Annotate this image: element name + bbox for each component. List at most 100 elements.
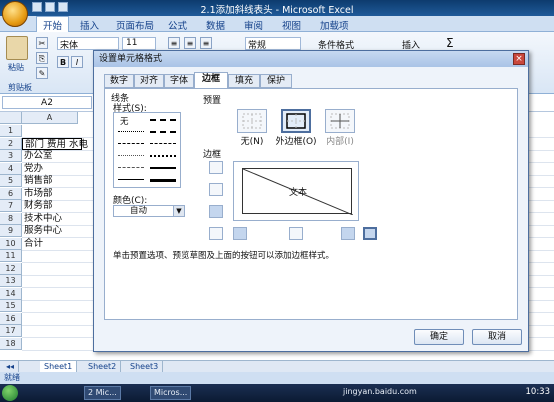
border-diagonal-down-button[interactable] (363, 227, 377, 240)
row-header[interactable]: 9 (0, 225, 22, 237)
tab-view[interactable]: 视图 (276, 17, 307, 33)
tab-home[interactable]: 开始 (36, 16, 70, 32)
line-style-thick[interactable] (150, 179, 176, 182)
preset-inside-button[interactable] (325, 109, 355, 133)
font-size-select[interactable]: 11 (122, 37, 156, 50)
cell-a[interactable]: 财务部 (22, 200, 53, 212)
border-middle-vertical-button[interactable] (289, 227, 303, 240)
row-header[interactable]: 16 (0, 312, 22, 325)
line-style-dotted[interactable] (118, 131, 144, 132)
align-middle-icon[interactable]: ≡ (184, 37, 196, 49)
row-header[interactable]: 18 (0, 337, 22, 350)
select-all-corner[interactable] (0, 112, 22, 124)
row-header[interactable]: 3 (0, 150, 22, 162)
tab-border[interactable]: 边框 (194, 72, 228, 88)
row-header[interactable]: 6 (0, 187, 22, 200)
tab-fill[interactable]: 填充 (228, 74, 260, 88)
cell-a[interactable] (22, 300, 24, 312)
name-box[interactable]: A2 (2, 96, 92, 109)
border-bottom-button[interactable] (209, 205, 223, 218)
align-top-icon[interactable]: ≡ (168, 37, 180, 49)
line-style-thin[interactable] (118, 179, 144, 180)
preset-none-button[interactable] (237, 109, 267, 133)
cancel-button[interactable]: 取消 (472, 329, 522, 345)
cell-a[interactable]: 服务中心 (22, 225, 62, 237)
tab-data[interactable]: 数据 (200, 17, 231, 33)
tab-number[interactable]: 数字 (104, 74, 134, 88)
cell-a[interactable] (22, 338, 24, 350)
paste-icon[interactable] (6, 36, 28, 60)
start-button[interactable] (2, 385, 18, 401)
border-section-label: 边框 (203, 150, 222, 160)
tab-protection[interactable]: 保护 (260, 74, 292, 88)
cell-a[interactable] (22, 288, 24, 300)
row-header[interactable]: 15 (0, 300, 22, 312)
row-header[interactable]: 12 (0, 262, 22, 275)
font-name-select[interactable]: 宋体 (57, 37, 119, 51)
taskbar-item-2[interactable]: Micros... (150, 386, 192, 400)
cell-a[interactable]: 部门 费用 水电 (22, 137, 88, 150)
row-header[interactable]: 2 (0, 137, 22, 150)
tab-page-layout[interactable]: 页面布局 (110, 17, 160, 33)
row-header[interactable]: 17 (0, 325, 22, 337)
tab-formulas[interactable]: 公式 (162, 17, 193, 33)
line-style-medium[interactable] (150, 167, 176, 169)
border-top-button[interactable] (209, 161, 223, 174)
line-style-medium-dotted[interactable] (150, 155, 176, 157)
tab-review[interactable]: 审阅 (238, 17, 269, 33)
line-style-dash-dot[interactable] (150, 143, 176, 144)
line-style-none[interactable]: 无 (120, 115, 129, 127)
preset-outline-button[interactable] (281, 109, 311, 133)
row-header[interactable]: 11 (0, 250, 22, 262)
tab-alignment[interactable]: 对齐 (134, 74, 164, 88)
row-header[interactable]: 14 (0, 287, 22, 300)
format-painter-icon[interactable]: ✎ (36, 67, 48, 79)
border-left-button[interactable] (233, 227, 247, 240)
dialog-close-button[interactable]: × (513, 53, 525, 65)
line-style-dashed[interactable] (118, 143, 144, 144)
ok-button[interactable]: 确定 (414, 329, 464, 345)
row-header[interactable]: 8 (0, 212, 22, 225)
number-format-select[interactable]: 常规 (245, 37, 301, 51)
align-bottom-icon[interactable]: ≡ (200, 37, 212, 49)
cell-a[interactable]: 销售部 (22, 175, 53, 187)
line-style-medium-dashed[interactable] (150, 131, 176, 133)
line-color-select[interactable]: 自动 ▼ (113, 205, 185, 217)
autosum-icon[interactable]: Σ (446, 36, 454, 50)
row-header[interactable]: 1 (0, 125, 22, 137)
row-header[interactable]: 10 (0, 237, 22, 250)
line-style-dash-fine[interactable] (118, 167, 144, 168)
row-header[interactable]: 7 (0, 200, 22, 212)
border-middle-horizontal-button[interactable] (209, 183, 223, 196)
taskbar-item-1[interactable]: 2 Mic... (84, 386, 121, 400)
cell-a[interactable] (22, 325, 24, 337)
copy-icon[interactable]: ⎘ (36, 52, 48, 64)
line-style-list[interactable]: 无 (113, 112, 181, 188)
line-style-medium-dash-dot[interactable] (150, 119, 176, 121)
office-button[interactable] (2, 1, 28, 27)
cell-a[interactable]: 党办 (22, 163, 43, 175)
row-header[interactable]: 4 (0, 162, 22, 175)
cell-a[interactable] (22, 313, 24, 325)
border-preview[interactable]: 文本 (233, 161, 359, 221)
tab-insert[interactable]: 插入 (74, 17, 105, 33)
italic-icon[interactable]: I (71, 56, 83, 68)
cell-a[interactable]: 技术中心 (22, 213, 62, 225)
cell-a[interactable] (22, 125, 24, 137)
line-style-dot-fine[interactable] (118, 155, 144, 156)
cell-a[interactable]: 市场部 (22, 188, 53, 200)
row-header[interactable]: 13 (0, 275, 22, 287)
border-diagonal-up-button[interactable] (209, 227, 223, 240)
cut-icon[interactable]: ✂ (36, 37, 48, 49)
cell-a[interactable] (22, 275, 24, 287)
row-header[interactable]: 5 (0, 175, 22, 187)
border-right-button[interactable] (341, 227, 355, 240)
column-header-a[interactable]: A (22, 112, 78, 124)
tab-font[interactable]: 字体 (164, 74, 194, 88)
cell-a[interactable]: 合计 (22, 238, 43, 250)
tab-addins[interactable]: 加载项 (314, 17, 355, 33)
bold-icon[interactable]: B (57, 56, 69, 68)
cell-a[interactable] (22, 263, 24, 275)
cell-a[interactable]: 办公室 (22, 150, 53, 162)
cell-a[interactable] (22, 250, 24, 262)
